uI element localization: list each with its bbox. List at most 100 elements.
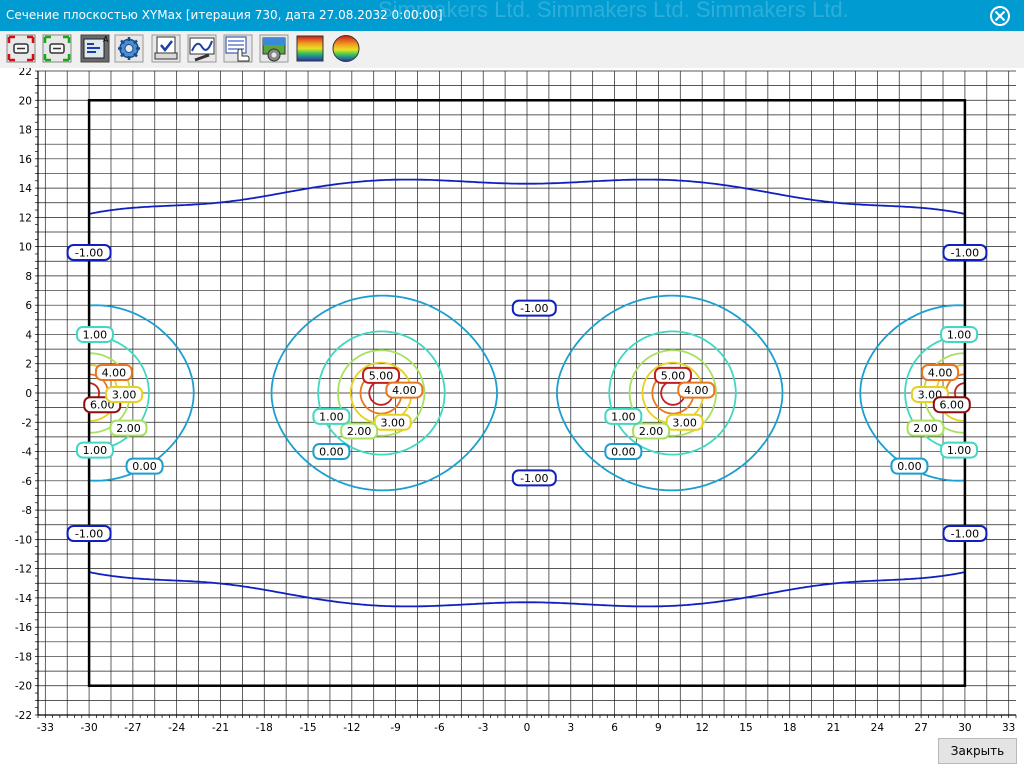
color-scheme-button[interactable] [331, 33, 361, 64]
contour-label: 1.00 [75, 441, 114, 459]
contour-label-text: 0.00 [897, 460, 922, 473]
contour-label: -1.00 [66, 243, 112, 261]
contour-label-text: 2.00 [347, 425, 372, 438]
contour-label-text: 0.00 [611, 446, 636, 459]
contour-label-text: 3.00 [112, 388, 137, 401]
contour-label: 1.00 [940, 441, 979, 459]
x-tick-label: 24 [871, 722, 885, 733]
x-tick-label: -15 [299, 722, 316, 733]
minor-ticks [35, 70, 1017, 718]
contour-label: 5.00 [362, 366, 401, 384]
contour-label: 0.00 [312, 443, 351, 461]
contour-label-text: 0.00 [319, 446, 344, 459]
palette-icon [296, 35, 324, 62]
contour-label-text: 0.00 [132, 460, 157, 473]
x-tick-label: 33 [1002, 722, 1015, 733]
contour-label-text: 1.00 [947, 328, 972, 341]
table-select-button[interactable] [223, 33, 253, 64]
contour-label: 1.00 [312, 407, 351, 425]
svg-text:A: A [103, 35, 109, 44]
frame-red-button[interactable] [6, 33, 36, 64]
y-tick-label: -12 [15, 564, 32, 576]
window-close-button[interactable] [990, 6, 1010, 26]
contour-label-text: 5.00 [661, 369, 686, 382]
contour-label: 4.00 [677, 381, 716, 399]
y-tick-label: 6 [25, 300, 32, 312]
x-tick-label: -27 [124, 722, 141, 733]
y-tick-label: 8 [25, 271, 32, 283]
y-tick-label: -22 [15, 710, 32, 722]
x-tick-label: -21 [212, 722, 229, 733]
y-tick-label: -2 [22, 417, 32, 429]
y-tick-label: -10 [15, 534, 32, 546]
x-tick-label: 21 [827, 722, 840, 733]
contour-label-text: -1.00 [75, 246, 103, 259]
contour-label-text: 6.00 [940, 399, 965, 412]
contour-label: 6.00 [932, 396, 971, 414]
y-tick-label: 12 [19, 212, 32, 224]
contour-label: 3.00 [373, 413, 412, 431]
export-button[interactable] [151, 33, 181, 64]
contour-label-text: 3.00 [380, 416, 405, 429]
contour-label-text: 2.00 [639, 425, 664, 438]
x-tick-label: -33 [37, 722, 54, 733]
contour-label: 2.00 [109, 419, 148, 437]
color-palette-button[interactable] [295, 33, 325, 64]
contour-label: -1.00 [942, 525, 988, 543]
title-bar: Simmakers Ltd. Simmakers Ltd. Simmakers … [0, 0, 1024, 31]
y-tick-label: 20 [19, 95, 32, 107]
image-settings-button[interactable] [259, 33, 289, 64]
export-icon [151, 34, 181, 63]
close-icon [994, 10, 1006, 22]
y-tick-label: -8 [22, 505, 32, 517]
contour-label: 2.00 [906, 419, 945, 437]
y-tick-label: -14 [15, 593, 32, 605]
contour-label-text: 4.00 [102, 367, 127, 380]
table-hand-icon [223, 34, 253, 63]
x-tick-label: 0 [524, 722, 531, 733]
x-tick-label: -3 [478, 722, 488, 733]
contour-label-text: -1.00 [951, 246, 979, 259]
y-tick-label: -16 [15, 622, 32, 634]
contour-label: -1.00 [942, 243, 988, 261]
y-tick-label: 14 [19, 183, 33, 195]
contour-label: 5.00 [653, 366, 692, 384]
graph-tools-button[interactable] [187, 33, 217, 64]
y-tick-label: -18 [15, 651, 32, 663]
contour-label-text: 2.00 [116, 422, 141, 435]
y-tick-label: 10 [19, 242, 32, 254]
y-tick-label: -20 [15, 681, 32, 693]
contour-label: 1.00 [75, 325, 114, 343]
contour-label-text: 1.00 [83, 444, 108, 457]
legend-button[interactable]: A [80, 33, 110, 64]
x-tick-label: 15 [739, 722, 752, 733]
x-tick-label: -18 [256, 722, 273, 733]
contour-label-text: 4.00 [392, 384, 417, 397]
contour-chart[interactable]: -33 -30 -27 -24 -21 -18 -15 -12 -9 -6 -3 0 3 6 9 12 15 18… [0, 66, 1024, 734]
legend-icon: A [80, 34, 110, 63]
frame-green-button[interactable] [42, 33, 72, 64]
contour-label-text: 4.00 [928, 367, 953, 380]
y-tick-label: 16 [19, 154, 33, 166]
contour-label-text: -1.00 [520, 472, 548, 485]
watermark: Simmakers Ltd. Simmakers Ltd. Simmakers … [378, 0, 849, 22]
contour-label: -1.00 [511, 299, 557, 317]
settings-button[interactable] [114, 33, 144, 64]
contour-label-text: -1.00 [75, 528, 103, 541]
contour-label-text: 1.00 [611, 410, 636, 423]
x-tick-label: 12 [695, 722, 708, 733]
contour-label-text: 2.00 [913, 422, 938, 435]
gear-icon [114, 34, 144, 63]
contour-label: -1.00 [511, 469, 557, 487]
image-gear-icon [259, 34, 289, 63]
toolbar: A [0, 31, 1024, 69]
close-button[interactable]: Закрыть [938, 738, 1017, 764]
y-tick-label: 18 [19, 125, 32, 137]
contour-label: 4.00 [921, 364, 960, 382]
contour-label: 2.00 [340, 422, 379, 440]
y-tick-label: -6 [22, 476, 33, 488]
x-tick-label: 18 [783, 722, 796, 733]
contour-label: 1.00 [604, 407, 643, 425]
contour-label-text: -1.00 [520, 302, 548, 315]
x-tick-label: 30 [958, 722, 971, 733]
